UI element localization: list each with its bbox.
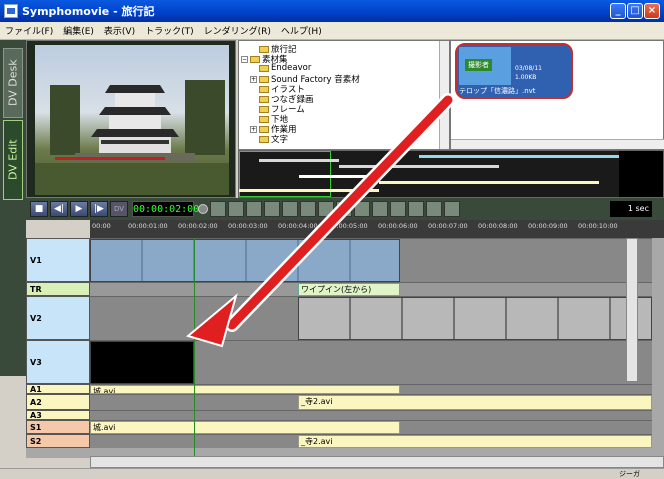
status-bar: ジーガ xyxy=(0,468,664,479)
annotation-arrow xyxy=(185,93,455,348)
